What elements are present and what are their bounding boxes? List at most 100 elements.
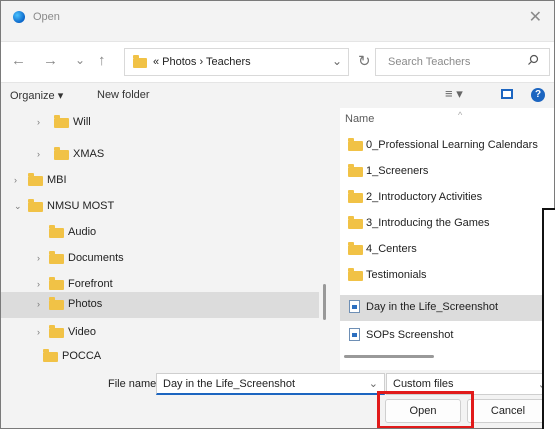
back-arrow-icon[interactable]: ←	[11, 52, 26, 69]
refresh-icon[interactable]: ↻	[358, 52, 371, 70]
address-path: « Photos › Teachers	[153, 56, 251, 68]
dialog-title: Open	[33, 11, 60, 23]
file-name: 0_Professional Learning Calendars	[366, 139, 538, 151]
folder-icon	[348, 164, 363, 177]
file-name: Day in the Life_Screenshot	[366, 301, 499, 313]
list-item[interactable]: 4_Centers	[340, 237, 554, 263]
tree-item-label: Will	[73, 116, 91, 128]
folder-icon	[28, 199, 43, 212]
help-icon[interactable]: ?	[531, 88, 545, 102]
command-toolbar: Organize ▾ New folder ≡ ▾ ?	[1, 82, 554, 108]
folder-icon	[54, 147, 69, 160]
forward-arrow-icon[interactable]: →	[43, 52, 58, 69]
list-item[interactable]: 3_Introducing the Games	[340, 211, 554, 237]
chevron-right-icon[interactable]: ›	[37, 299, 40, 309]
search-icon[interactable]	[527, 54, 539, 69]
tree-item-label: POCCA	[62, 350, 102, 362]
new-folder-button[interactable]: New folder	[97, 89, 150, 101]
tree-item-xmas[interactable]: › XMAS	[1, 142, 319, 168]
close-icon[interactable]: ✕	[529, 7, 542, 27]
tree-item-will[interactable]: › Will	[1, 110, 319, 136]
folder-icon	[133, 55, 147, 68]
file-name: 2_Introductory Activities	[366, 191, 483, 203]
chevron-right-icon[interactable]: ›	[37, 117, 40, 127]
tree-item-mbi[interactable]: › MBI	[1, 168, 319, 194]
list-item[interactable]: 1_Screeners	[340, 159, 554, 185]
column-header-name[interactable]: Name ^	[345, 110, 462, 125]
tree-item-label: XMAS	[73, 148, 105, 160]
title-bar: Open ✕	[1, 1, 554, 34]
file-name: 1_Screeners	[366, 165, 429, 177]
navigation-bar: ← → ⌄ ↑ « Photos › Teachers ⌄ ↻	[1, 41, 554, 83]
column-header-label: Name	[345, 113, 375, 125]
list-item[interactable]: SOPs Screenshot	[340, 323, 554, 349]
list-item[interactable]: Testimonials	[340, 263, 554, 289]
sort-caret-icon: ^	[458, 110, 463, 120]
tree-item-video[interactable]: › Video	[1, 320, 319, 346]
folder-icon	[348, 242, 363, 255]
tree-item-label: NMSU MOST	[47, 200, 115, 212]
horizontal-scrollbar[interactable]	[344, 355, 434, 358]
chevron-right-icon[interactable]: ›	[14, 175, 17, 185]
cancel-button[interactable]: Cancel	[467, 399, 549, 423]
organize-menu[interactable]: Organize ▾	[10, 89, 63, 102]
tree-item-documents[interactable]: › Documents	[1, 246, 319, 272]
tree-item-photos[interactable]: › Photos	[1, 292, 319, 318]
search-input[interactable]	[386, 55, 520, 69]
tree-item-nmsu-most[interactable]: ⌄ NMSU MOST	[1, 194, 319, 220]
chevron-down-icon[interactable]: ⌄	[14, 201, 22, 212]
tree-item-label: Photos	[68, 298, 103, 310]
folder-icon	[348, 138, 363, 151]
open-file-dialog: Open ✕ ← → ⌄ ↑ « Photos › Teachers ⌄ ↻ O…	[0, 0, 555, 429]
folder-icon	[49, 251, 64, 264]
tree-item-label: Documents	[68, 252, 124, 264]
folder-icon	[49, 225, 64, 238]
chevron-right-icon[interactable]: ›	[37, 327, 40, 337]
folder-icon	[348, 190, 363, 203]
folder-icon	[28, 173, 43, 186]
file-list-pane[interactable]: Name ^ 0_Professional Learning Calendars…	[340, 108, 554, 370]
tree-item-label: MBI	[47, 174, 67, 186]
view-options-icon[interactable]: ≡ ▾	[445, 86, 463, 102]
up-arrow-icon[interactable]: ↑	[98, 52, 106, 69]
list-item[interactable]: 2_Introductory Activities	[340, 185, 554, 211]
list-item[interactable]: 0_Professional Learning Calendars	[340, 133, 554, 159]
file-name: 3_Introducing the Games	[366, 217, 490, 229]
file-name: 4_Centers	[366, 243, 417, 255]
chevron-down-icon[interactable]: ⌄	[369, 377, 378, 390]
chevron-right-icon[interactable]: ›	[37, 279, 40, 289]
navigation-pane[interactable]: › Will › XMAS › MBI ⌄ NMSU MOST Audio › …	[1, 108, 331, 370]
annotation-highlight-box	[377, 391, 474, 428]
tree-item-audio[interactable]: Audio	[1, 220, 319, 246]
tree-item-label: Video	[68, 326, 96, 338]
file-name: SOPs Screenshot	[366, 329, 454, 341]
vertical-scrollbar[interactable]	[323, 284, 326, 320]
file-name-combobox[interactable]: ⌄	[156, 373, 385, 395]
tree-item-pocca[interactable]: POCCA	[1, 344, 319, 370]
image-file-icon	[349, 300, 360, 313]
chevron-right-icon[interactable]: ›	[37, 149, 40, 159]
folder-icon	[348, 268, 363, 281]
tree-item-label: Audio	[68, 226, 97, 238]
chevron-right-icon[interactable]: ›	[37, 253, 40, 263]
recent-locations-chevron-icon[interactable]: ⌄	[75, 53, 85, 67]
preview-pane-icon[interactable]	[501, 89, 513, 99]
tree-item-label: Forefront	[68, 278, 113, 290]
edge-browser-icon	[13, 11, 25, 23]
background-window-edge	[542, 208, 555, 429]
file-type-value: Custom files	[393, 378, 454, 390]
file-name-input[interactable]	[161, 377, 365, 391]
file-name: Testimonials	[366, 269, 427, 281]
folder-icon	[348, 216, 363, 229]
file-name-label: File name:	[108, 378, 160, 390]
folder-icon	[49, 325, 64, 338]
folder-icon	[49, 277, 64, 290]
folder-icon	[43, 349, 58, 362]
list-item-selected[interactable]: Day in the Life_Screenshot	[340, 295, 554, 321]
address-bar[interactable]: « Photos › Teachers ⌄	[124, 48, 349, 76]
search-box[interactable]	[375, 48, 550, 76]
image-file-icon	[349, 328, 360, 341]
folder-icon	[49, 297, 64, 310]
chevron-down-icon[interactable]: ⌄	[332, 54, 342, 68]
folder-icon	[54, 115, 69, 128]
